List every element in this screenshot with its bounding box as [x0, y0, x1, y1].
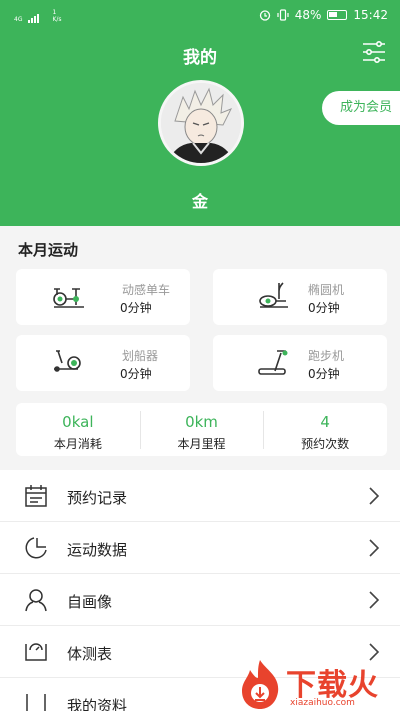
card-spin-bike[interactable]: 动感单车 0分钟	[16, 269, 190, 325]
section-title-monthly: 本月运动	[18, 241, 79, 259]
stat-distance[interactable]: 0km 本月里程	[139, 403, 264, 456]
clock: 15:42	[353, 8, 388, 22]
profile-header: 4G 1 K/s 48% 15:42 我的 金 成为会员	[0, 0, 400, 226]
chevron-right-icon	[369, 487, 380, 505]
chart-icon	[25, 537, 47, 559]
card-rowing[interactable]: 划船器 0分钟	[16, 335, 190, 391]
equipment-duration: 0分钟	[308, 301, 340, 315]
equipment-name: 动感单车	[122, 283, 171, 297]
alarm-icon	[259, 10, 270, 21]
network-indicator: 4G	[14, 16, 23, 23]
page-title: 我的	[183, 48, 217, 68]
menu-label: 自画像	[67, 593, 113, 611]
menu-item-self-portrait[interactable]: 自画像	[0, 574, 400, 626]
calendar-icon	[25, 485, 47, 507]
become-member-button[interactable]: 成为会员	[322, 91, 400, 125]
equipment-duration: 0分钟	[308, 367, 340, 381]
card-elliptical[interactable]: 椭圆机 0分钟	[213, 269, 387, 325]
menu-item-booking-records[interactable]: 预约记录	[0, 470, 400, 522]
status-bar: 4G 1 K/s 48% 15:42	[0, 0, 400, 30]
equipment-duration: 0分钟	[120, 301, 152, 315]
chevron-right-icon	[369, 591, 380, 609]
flame-logo-icon	[242, 660, 279, 709]
menu-label: 我的资料	[67, 697, 128, 711]
battery-icon	[327, 10, 348, 20]
equipment-duration: 0分钟	[120, 367, 152, 381]
elliptical-icon	[259, 282, 288, 308]
watermark-url: xiazaihuo.com	[290, 698, 355, 708]
scale-icon	[25, 643, 47, 661]
network-speed: 1 K/s	[52, 9, 62, 23]
vibrate-icon	[277, 9, 289, 21]
equipment-name: 跑步机	[308, 349, 345, 363]
monthly-stats: 0kal 本月消耗 0km 本月里程 4 预约次数	[16, 403, 387, 456]
battery-percent: 48%	[294, 8, 322, 22]
stat-value: 0km	[185, 413, 218, 431]
menu-label: 体测表	[67, 645, 113, 663]
menu-item-exercise-data[interactable]: 运动数据	[0, 522, 400, 574]
menu-label: 预约记录	[67, 489, 128, 507]
menu-label: 运动数据	[67, 541, 128, 559]
stat-label: 本月里程	[177, 437, 226, 451]
person-icon	[25, 589, 47, 612]
treadmill-icon	[258, 350, 288, 375]
watermark: 下载火 xiazaihuo.com	[236, 658, 400, 711]
card-treadmill[interactable]: 跑步机 0分钟	[213, 335, 387, 391]
equipment-name: 椭圆机	[308, 283, 345, 297]
stat-value: 0kal	[62, 413, 94, 431]
avatar[interactable]	[158, 80, 244, 166]
settings-icon[interactable]	[362, 40, 386, 64]
rowing-machine-icon	[54, 350, 81, 372]
chevron-right-icon	[369, 539, 380, 557]
stat-calories[interactable]: 0kal 本月消耗	[16, 403, 140, 456]
profile-icon	[26, 694, 46, 711]
stat-bookings[interactable]: 4 预约次数	[263, 403, 387, 456]
avatar-image	[161, 83, 241, 163]
stat-label: 本月消耗	[53, 437, 102, 451]
nickname: 金	[191, 192, 208, 211]
stat-value: 4	[320, 413, 330, 431]
equipment-name: 划船器	[122, 349, 159, 363]
spin-bike-icon	[53, 288, 84, 308]
stat-label: 预约次数	[301, 437, 350, 451]
signal-icon	[28, 14, 40, 23]
